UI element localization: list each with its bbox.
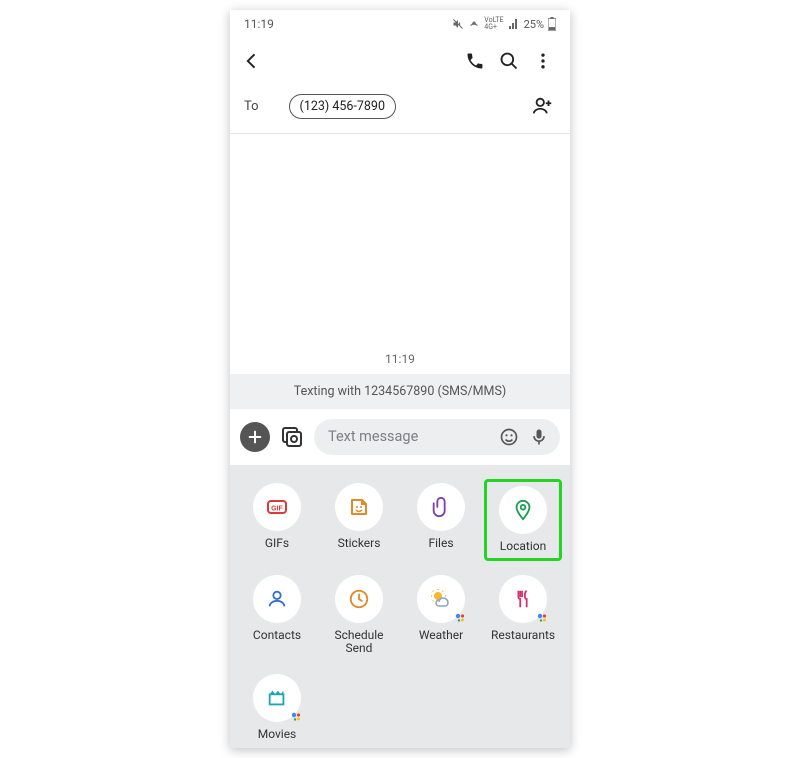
attachment-gifs[interactable]: GIF GIFs <box>238 479 316 561</box>
conversation-info: Texting with 1234567890 (SMS/MMS) <box>230 374 570 409</box>
tile-label: Stickers <box>338 537 381 551</box>
hotspot-icon <box>468 18 480 30</box>
tile-label: Weather <box>419 629 463 643</box>
conversation-timestamp: 11:19 <box>230 344 570 374</box>
battery-text: 25% <box>524 19 544 30</box>
attachment-panel: GIF GIFs Stickers Files Loc <box>230 465 570 748</box>
movie-icon <box>266 687 288 709</box>
to-label: To <box>244 99 259 114</box>
attachment-contacts[interactable]: Contacts <box>238 571 316 661</box>
attachment-schedule-send[interactable]: Schedule Send <box>320 571 398 661</box>
call-button[interactable] <box>458 44 492 78</box>
gallery-button[interactable] <box>278 423 306 451</box>
person-icon <box>266 588 288 610</box>
sticker-icon <box>347 495 371 519</box>
add-recipient-button[interactable] <box>532 95 556 119</box>
emoji-button[interactable] <box>498 426 520 448</box>
location-pin-icon <box>512 499 534 521</box>
assistant-badge-icon <box>290 711 302 723</box>
recipient-chip[interactable]: (123) 456-7890 <box>289 94 396 119</box>
assistant-badge-icon <box>536 612 548 624</box>
attachment-location[interactable]: Location <box>484 479 562 561</box>
svg-text:GIF: GIF <box>271 505 283 512</box>
tile-label: Location <box>500 540 546 554</box>
mute-icon <box>452 18 464 30</box>
clock-icon <box>348 588 370 610</box>
weather-icon <box>429 587 453 611</box>
attachment-files[interactable]: Files <box>402 479 480 561</box>
more-button[interactable] <box>526 44 560 78</box>
tile-label: GIFs <box>265 537 289 551</box>
message-input[interactable]: Text message <box>314 419 560 455</box>
status-bar: 11:19 VoLTE4G+ 25% <box>230 10 570 38</box>
battery-icon <box>548 17 556 31</box>
tile-label: Movies <box>258 728 297 742</box>
conversation-area: 11:19 Texting with 1234567890 (SMS/MMS) <box>230 134 570 409</box>
tile-label: Files <box>428 537 453 551</box>
search-button[interactable] <box>492 44 526 78</box>
back-button[interactable] <box>240 49 264 73</box>
signal-icon <box>508 18 520 30</box>
attachment-weather[interactable]: Weather <box>402 571 480 661</box>
tile-label: Restaurants <box>491 629 555 643</box>
attachment-stickers[interactable]: Stickers <box>320 479 398 561</box>
tile-label: Schedule Send <box>322 629 396 657</box>
tile-label: Contacts <box>253 629 301 643</box>
gif-icon: GIF <box>265 495 289 519</box>
attachment-movies[interactable]: Movies <box>238 670 316 746</box>
attachments-toggle-button[interactable] <box>240 422 270 452</box>
attachment-restaurants[interactable]: Restaurants <box>484 571 562 661</box>
volte-icon: VoLTE4G+ <box>484 17 503 31</box>
app-bar <box>230 38 570 84</box>
message-placeholder: Text message <box>328 428 490 445</box>
status-time: 11:19 <box>244 17 274 31</box>
phone-frame: 11:19 VoLTE4G+ 25% <box>230 10 570 748</box>
composer-row: Text message <box>230 409 570 465</box>
restaurant-icon <box>512 588 534 610</box>
recipient-row: To (123) 456-7890 <box>230 84 570 134</box>
assistant-badge-icon <box>454 612 466 624</box>
paperclip-icon <box>430 496 452 518</box>
status-icons: VoLTE4G+ 25% <box>452 17 556 31</box>
voice-button[interactable] <box>528 426 550 448</box>
